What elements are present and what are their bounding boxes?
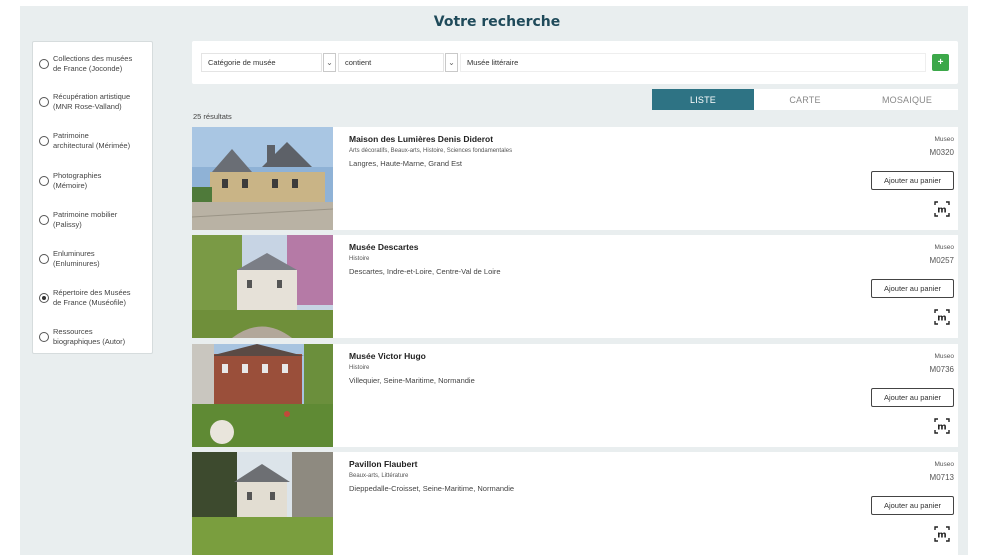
result-source: Museo	[934, 461, 954, 468]
add-to-basket-button[interactable]: Ajouter au panier	[871, 279, 954, 298]
chevron-down-icon[interactable]: ⌄	[445, 53, 458, 72]
result-card: Musée Descartes Histoire Descartes, Indr…	[192, 235, 958, 338]
radio-button[interactable]	[39, 97, 49, 107]
result-card: Musée Victor Hugo Histoire Villequier, S…	[192, 344, 958, 447]
museum-photo[interactable]	[192, 127, 333, 230]
radio-palissy[interactable]: Patrimoine mobilier (Palissy)	[39, 205, 151, 235]
result-categories: Histoire	[349, 256, 370, 262]
radio-button[interactable]	[39, 215, 49, 225]
svg-text:m: m	[937, 206, 946, 216]
result-card: Maison des Lumières Denis Diderot Arts d…	[192, 127, 958, 230]
add-criterion-button[interactable]: +	[932, 54, 949, 71]
radio-autor[interactable]: Ressources biographiques (Autor)	[39, 322, 151, 352]
museofile-m-icon[interactable]: m	[933, 525, 951, 543]
result-card: Pavillon Flaubert Beaux-arts, Littératur…	[192, 452, 958, 555]
result-source: Museo	[934, 244, 954, 251]
result-categories: Histoire	[349, 365, 370, 371]
radio-label: Répertoire des Musées de France (Muséofil…	[53, 288, 131, 307]
svg-text:m: m	[937, 314, 946, 324]
result-reference: M0713	[929, 473, 954, 482]
result-location: Dieppedalle-Croisset, Seine-Maritime, No…	[349, 484, 515, 493]
result-title[interactable]: Musée Victor Hugo	[349, 351, 426, 361]
tab-liste[interactable]: LISTE	[652, 89, 754, 110]
radio-button[interactable]	[39, 254, 49, 264]
tab-carte[interactable]: CARTE	[754, 89, 856, 110]
museofile-m-icon[interactable]: m	[933, 308, 951, 326]
radio-mnr[interactable]: Récupération artistique (MNR Rose-Valland…	[39, 87, 151, 117]
add-to-basket-button[interactable]: Ajouter au panier	[871, 388, 954, 407]
search-value-input[interactable]: Musée littéraire	[460, 53, 926, 72]
museofile-m-icon[interactable]: m	[933, 417, 951, 435]
radio-label: Photographies (Mémoire)	[53, 171, 102, 190]
museum-photo[interactable]	[192, 235, 333, 338]
add-to-basket-button[interactable]: Ajouter au panier	[871, 496, 954, 515]
result-categories: Beaux-arts, Littérature	[349, 473, 409, 479]
radio-button-selected[interactable]	[39, 293, 49, 303]
result-count: 25 résultats	[193, 112, 232, 121]
radio-label: Ressources biographiques (Autor)	[53, 327, 126, 346]
result-categories: Arts décoratifs, Beaux-arts, Histoire, S…	[349, 148, 513, 154]
radio-merimee[interactable]: Patrimoine architectural (Mérimée)	[39, 126, 151, 156]
result-title[interactable]: Musée Descartes	[349, 242, 418, 252]
museofile-m-icon[interactable]: m	[933, 200, 951, 218]
radio-button[interactable]	[39, 59, 49, 69]
result-title[interactable]: Pavillon Flaubert	[349, 459, 418, 469]
radio-button[interactable]	[39, 176, 49, 186]
radio-label: Patrimoine architectural (Mérimée)	[53, 131, 131, 150]
page-title: Votre recherche	[433, 14, 561, 30]
result-title[interactable]: Maison des Lumières Denis Diderot	[349, 134, 493, 144]
museum-photo[interactable]	[192, 452, 333, 555]
result-location: Langres, Haute-Marne, Grand Est	[349, 159, 462, 168]
result-source: Museo	[934, 136, 954, 143]
museum-photo[interactable]	[192, 344, 333, 447]
result-location: Descartes, Indre-et-Loire, Centre-Val de…	[349, 267, 501, 276]
radio-label: Enluminures (Enluminures)	[53, 249, 100, 268]
radio-label: Patrimoine mobilier (Palissy)	[53, 210, 118, 229]
tab-mosaique[interactable]: MOSAIQUE	[856, 89, 958, 110]
operator-select[interactable]: contient	[338, 53, 444, 72]
view-tabs: LISTE CARTE MOSAIQUE	[652, 89, 958, 110]
radio-memoire[interactable]: Photographies (Mémoire)	[39, 166, 151, 196]
search-bar: Catégorie de musée ⌄ contient ⌄ Musée li…	[192, 41, 958, 84]
base-selector: Collections des musées de France (Joconde…	[32, 41, 153, 354]
add-to-basket-button[interactable]: Ajouter au panier	[871, 171, 954, 190]
radio-label: Récupération artistique (MNR Rose-Valland…	[53, 92, 131, 111]
radio-button[interactable]	[39, 332, 49, 342]
chevron-down-icon[interactable]: ⌄	[323, 53, 336, 72]
field-select[interactable]: Catégorie de musée	[201, 53, 322, 72]
result-location: Villequier, Seine-Maritime, Normandie	[349, 376, 475, 385]
radio-museofile[interactable]: Répertoire des Musées de France (Muséofil…	[39, 283, 151, 313]
result-reference: M0320	[929, 148, 954, 157]
radio-button[interactable]	[39, 136, 49, 146]
result-reference: M0257	[929, 256, 954, 265]
radio-enluminures[interactable]: Enluminures (Enluminures)	[39, 244, 151, 274]
svg-text:m: m	[937, 531, 946, 541]
radio-joconde[interactable]: Collections des musées de France (Joconde…	[39, 49, 151, 79]
result-reference: M0736	[929, 365, 954, 374]
result-source: Museo	[934, 353, 954, 360]
svg-text:m: m	[937, 423, 946, 433]
radio-label: Collections des musées de France (Joconde…	[53, 54, 133, 73]
